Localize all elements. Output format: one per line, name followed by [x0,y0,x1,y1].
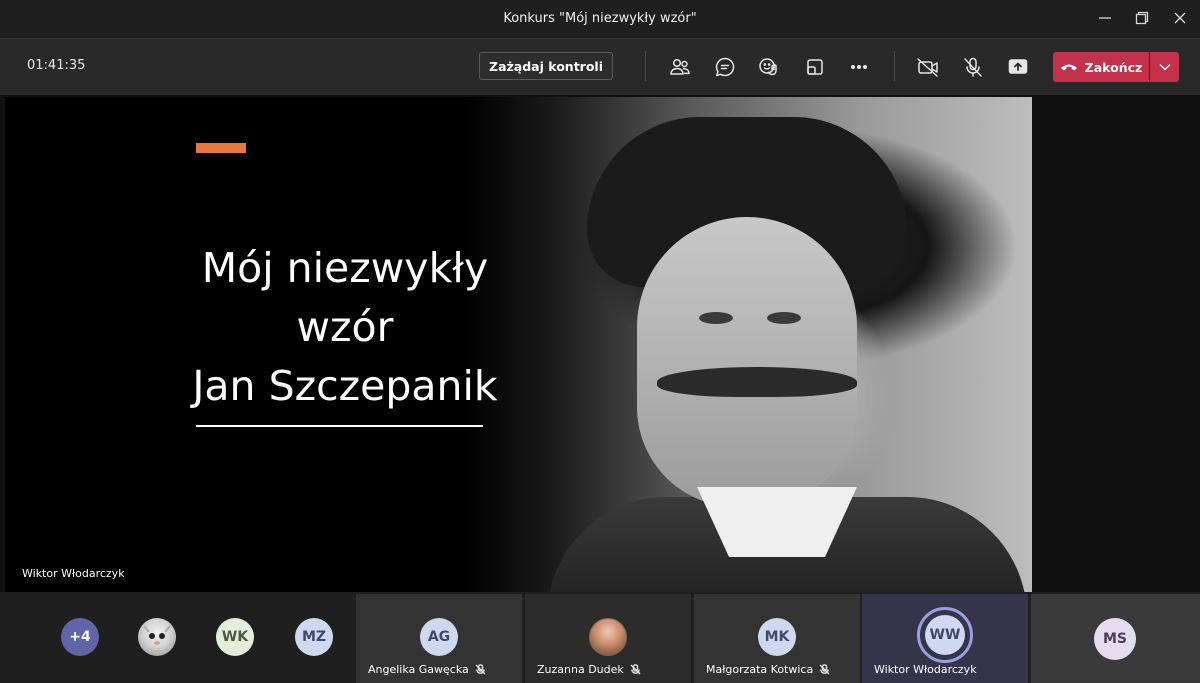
participant-avatar[interactable]: WK [216,618,254,656]
participant-name-row: Zuzanna Dudek [537,663,641,676]
close-window-button[interactable] [1163,6,1197,30]
toolbar-divider [894,51,895,81]
participants-button[interactable] [667,54,693,80]
request-control-button[interactable]: Zażądaj kontroli [479,52,613,80]
presenter-name: Wiktor Włodarczyk [22,567,125,580]
participant-photo-avatar[interactable] [138,618,176,656]
participant-name-row: Małgorzata Kotwica [706,663,830,676]
participant-photo-avatar [589,618,627,656]
overflow-participants-button[interactable]: +4 [61,618,99,656]
presentation-slide: Mój niezwykły wzór Jan Szczepanik Wiktor… [5,97,1032,592]
restore-icon [1135,11,1149,25]
mic-toggle-button[interactable] [960,54,986,80]
more-actions-button[interactable] [846,54,872,80]
slide-title-line: wzór [296,303,394,351]
meeting-timer: 01:41:35 [27,58,86,73]
restore-button[interactable] [1125,6,1159,30]
muted-mic-icon [819,664,830,675]
participant-tile-speaking[interactable]: WW Wiktor Włodarczyk [862,594,1028,683]
share-screen-button[interactable] [1005,54,1031,80]
participant-strip: +4 WK MZ AG Angelika Gawęcka Zuzanna Dud… [0,594,1200,683]
cat-photo-icon [143,625,171,645]
slide-title-line: Jan Szczepanik [192,362,498,410]
raise-hand-icon [759,58,777,76]
participant-avatar: AG [420,618,458,656]
minimize-button[interactable] [1088,6,1122,30]
participant-avatar: MS [1094,618,1136,660]
mic-off-icon [964,57,982,77]
camera-off-icon [917,58,938,77]
slide-title-underline [196,425,483,427]
participant-tile[interactable]: AG Angelika Gawęcka [356,594,522,683]
meeting-toolbar: 01:41:35 Zażądaj kontroli Zakończ [0,38,1200,95]
share-screen-icon [1008,59,1028,74]
share-tray-button[interactable] [802,54,828,80]
chat-button[interactable] [712,54,738,80]
participant-avatar: WW [925,615,965,655]
speaking-ring: WW [917,607,973,663]
title-bar: Konkurs "Mój niezwykły wzór" [0,0,1200,38]
reactions-button[interactable] [756,54,782,80]
chevron-down-icon [1158,63,1171,71]
slide-accent-bar [196,143,246,153]
end-call-button[interactable]: Zakończ [1053,52,1149,82]
portrait-photo [467,97,1032,592]
participant-tile[interactable]: MK Małgorzata Kotwica [694,594,860,683]
minimize-icon [1099,17,1111,19]
more-icon [850,64,868,70]
end-call-options-button[interactable] [1150,52,1179,82]
participant-avatar[interactable]: MZ [295,618,333,656]
slide-title: Mój niezwykły wzór Jan Szczepanik [165,239,525,416]
participant-tile[interactable]: Zuzanna Dudek [525,594,691,683]
muted-mic-icon [475,664,486,675]
participant-name: Zuzanna Dudek [537,663,624,676]
participant-avatar: MK [758,618,796,656]
participant-name-row: Wiktor Włodarczyk [874,663,977,676]
participant-tile[interactable]: MS [1031,594,1200,683]
participant-name: Małgorzata Kotwica [706,663,814,676]
end-call-label: Zakończ [1084,59,1143,75]
close-icon [1174,12,1186,24]
people-icon [670,58,690,75]
window-title: Konkurs "Mój niezwykły wzór" [503,11,697,26]
participant-name: Wiktor Włodarczyk [874,663,977,676]
shared-content-stage: Mój niezwykły wzór Jan Szczepanik Wiktor… [0,95,1200,592]
rooms-icon [807,59,823,75]
camera-toggle-button[interactable] [915,54,941,80]
chat-icon [715,57,735,77]
participant-name-row: Angelika Gawęcka [368,663,486,676]
participant-name: Angelika Gawęcka [368,663,469,676]
muted-mic-icon [630,664,641,675]
hang-up-icon [1060,64,1077,71]
toolbar-divider [645,51,646,81]
slide-title-line: Mój niezwykły [201,244,489,292]
